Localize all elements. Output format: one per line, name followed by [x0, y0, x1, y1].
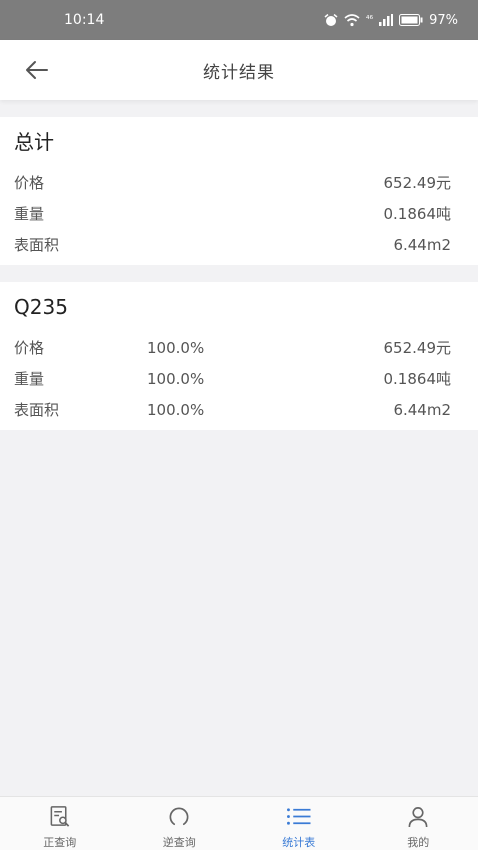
list-icon	[286, 808, 311, 825]
tab-profile[interactable]: 我的	[359, 797, 478, 850]
summary-card: 总计 价格 652.49元 重量 0.1864吨 表面积 6.44m2	[0, 117, 478, 265]
network-type: ⁴⁶	[365, 15, 374, 25]
tab-reverse-query[interactable]: 逆查询	[120, 797, 240, 850]
row-percent: 100.0%	[147, 338, 205, 357]
status-icons: ⁴⁶ 97%	[324, 13, 458, 28]
signal-icon	[379, 14, 394, 26]
row-label: 价格	[14, 174, 45, 192]
tab-label: 我的	[407, 836, 430, 849]
row-percent: 100.0%	[147, 400, 205, 419]
material-row-area: 表面积 100.0% 6.44m2	[14, 394, 451, 425]
tab-label: 统计表	[282, 836, 316, 849]
material-title: Q235	[14, 295, 68, 319]
page-title: 统计结果	[203, 62, 275, 83]
row-value: 6.44m2	[393, 400, 451, 419]
arrow-left-icon	[26, 61, 48, 79]
row-label: 重量	[14, 370, 45, 388]
summary-row-area: 表面积 6.44m2	[14, 229, 451, 260]
tab-forward-query[interactable]: 正查询	[0, 797, 120, 850]
row-value: 0.1864吨	[383, 370, 452, 388]
user-icon	[408, 807, 428, 828]
header-bar: 统计结果	[0, 40, 478, 100]
bottom-tab-bar: 正查询 逆查询 统计表 我的	[0, 796, 478, 850]
status-bar: 10:14 ⁴⁶ 97%	[0, 0, 478, 40]
row-value: 0.1864吨	[383, 205, 452, 223]
row-label: 表面积	[14, 236, 60, 254]
material-row-price: 价格 100.0% 652.49元	[14, 332, 451, 363]
row-percent: 100.0%	[147, 369, 205, 388]
material-row-weight: 重量 100.0% 0.1864吨	[14, 363, 451, 394]
summary-title: 总计	[14, 130, 54, 154]
tab-statistics[interactable]: 统计表	[239, 797, 359, 850]
back-button[interactable]	[22, 56, 52, 84]
row-label: 价格	[14, 339, 45, 357]
row-label: 表面积	[14, 401, 60, 419]
row-value: 6.44m2	[393, 235, 451, 254]
document-search-icon	[50, 806, 69, 827]
reverse-circle-icon	[169, 807, 189, 826]
tab-label: 正查询	[43, 836, 77, 849]
summary-row-weight: 重量 0.1864吨	[14, 198, 451, 229]
row-value: 652.49元	[383, 174, 452, 192]
battery-percent: 97%	[429, 12, 458, 28]
alarm-icon	[324, 13, 338, 26]
row-label: 重量	[14, 205, 45, 223]
summary-row-price: 价格 652.49元	[14, 167, 451, 198]
row-value: 652.49元	[383, 339, 452, 357]
material-card: Q235 价格 100.0% 652.49元 重量 100.0% 0.1864吨…	[0, 282, 478, 430]
battery-icon	[399, 14, 423, 26]
tab-label: 逆查询	[162, 836, 196, 849]
wifi-icon	[344, 13, 360, 26]
status-time: 10:14	[64, 12, 105, 28]
